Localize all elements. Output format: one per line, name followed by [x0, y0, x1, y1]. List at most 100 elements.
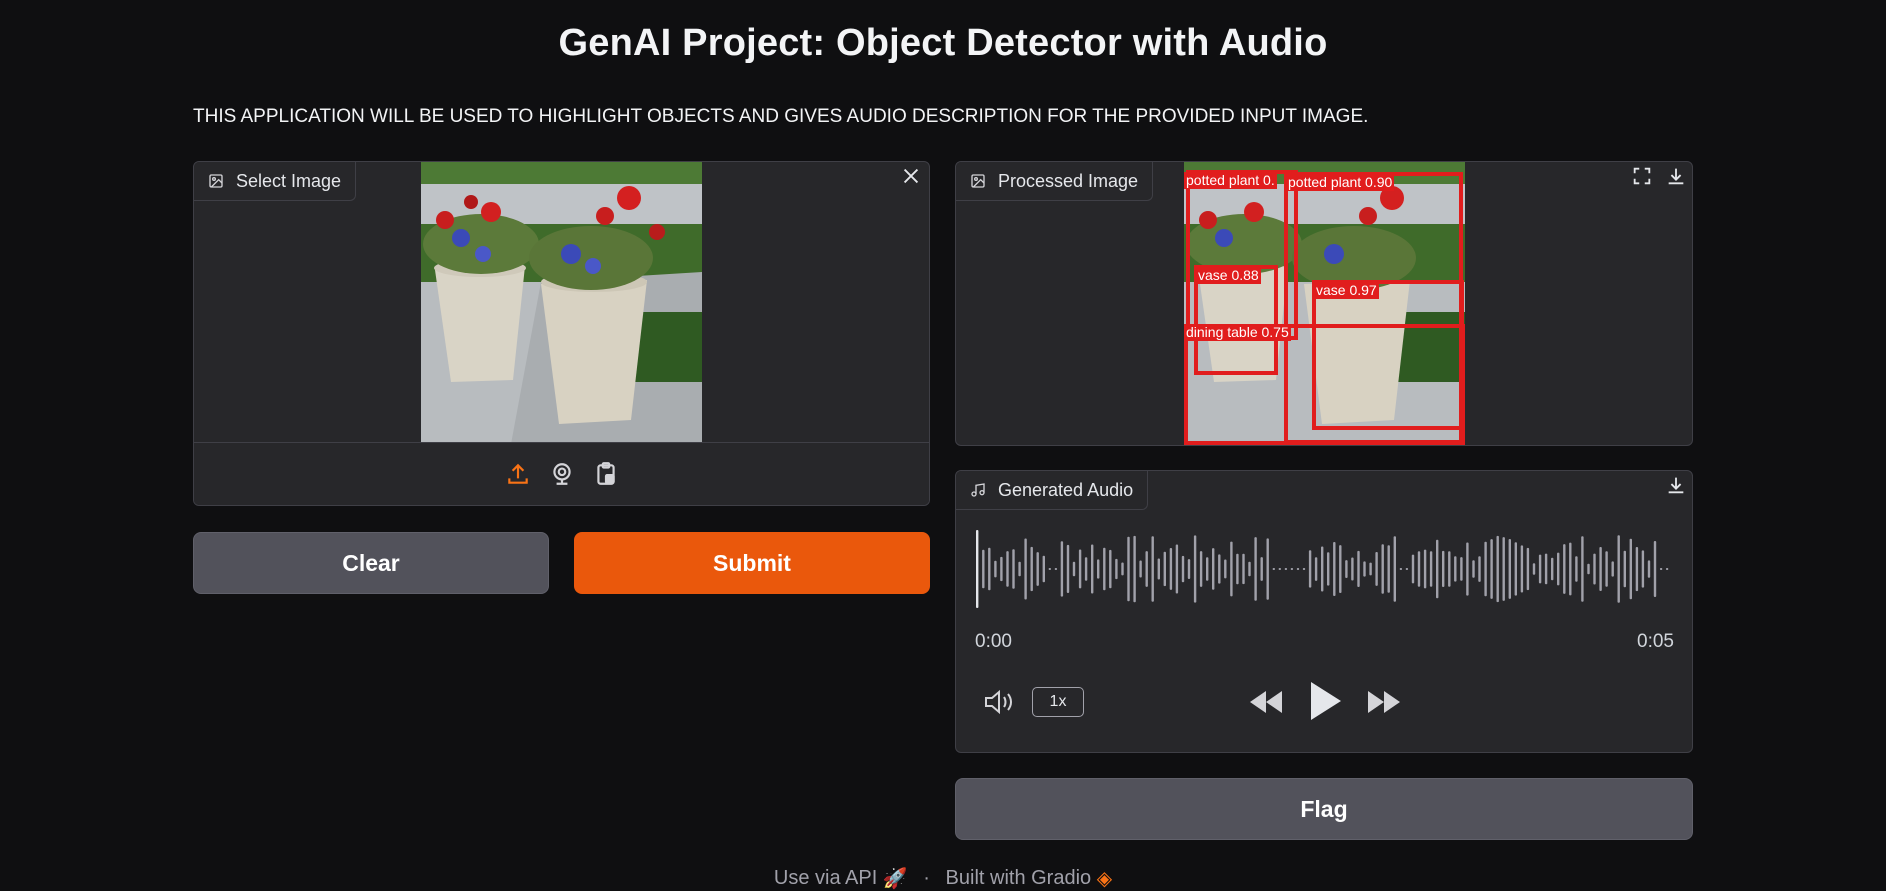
- waveform-bar: [1242, 553, 1245, 585]
- rewind-icon: [1250, 691, 1282, 713]
- fullscreen-icon: [1633, 167, 1651, 185]
- waveform-bar: [1411, 554, 1415, 584]
- waveform-bar: [1617, 535, 1620, 603]
- waveform-bar: [1133, 535, 1136, 603]
- waveform-bar: [1103, 547, 1106, 591]
- waveform-bar: [1665, 568, 1669, 570]
- waveform-bar: [1466, 542, 1469, 596]
- waveform-bar: [1448, 551, 1451, 587]
- waveform-bar: [1127, 536, 1130, 602]
- processed-image: potted plant 0. potted plant 0.90 vase 0…: [1184, 162, 1465, 445]
- waveform-bar: [1157, 558, 1160, 580]
- page-title: GenAI Project: Object Detector with Audi…: [558, 22, 1328, 64]
- waveform-bar: [1593, 553, 1596, 585]
- input-image: [421, 162, 702, 444]
- waveform-bar: [1230, 541, 1233, 597]
- waveform-bar: [1478, 556, 1481, 582]
- processed-image-label: Processed Image: [956, 162, 1154, 201]
- play-icon: [1311, 682, 1341, 720]
- app-description: THIS APPLICATION WILL BE USED TO HIGHLIG…: [193, 106, 1369, 127]
- waveform-bar: [1115, 558, 1118, 580]
- waveform-bar: [1399, 568, 1403, 570]
- flag-button[interactable]: Flag: [955, 778, 1693, 840]
- waveform-bar: [1363, 561, 1366, 577]
- waveform-bar: [1091, 544, 1094, 594]
- built-with-gradio-link[interactable]: Built with Gradio: [946, 867, 1092, 889]
- waveform-bar: [1097, 559, 1100, 579]
- waveform-bar: [1563, 544, 1566, 594]
- waveform-bar: [1278, 568, 1281, 570]
- waveform-bar: [1611, 561, 1614, 577]
- waveform-bar: [1193, 535, 1197, 603]
- flower-pots-photo: [421, 162, 702, 444]
- waveform-bar: [1000, 556, 1003, 582]
- waveform-bar: [1629, 538, 1632, 600]
- download-audio-button[interactable]: [1662, 471, 1690, 499]
- waveform-bar: [1224, 559, 1227, 579]
- waveform-bar: [1484, 541, 1487, 597]
- waveform-bar: [1199, 551, 1203, 587]
- waveform-bar: [1569, 542, 1572, 596]
- waveform-bar: [1659, 568, 1663, 570]
- waveform-bar: [1575, 556, 1578, 582]
- play-button[interactable]: [1304, 677, 1348, 725]
- waveform-bar: [1139, 560, 1142, 578]
- waveform-bar: [982, 549, 985, 589]
- download-image-button[interactable]: [1662, 162, 1690, 190]
- waveform-bar: [1544, 553, 1548, 585]
- rewind-button[interactable]: [1246, 685, 1286, 719]
- submit-button[interactable]: Submit: [574, 532, 930, 594]
- download-icon: [1668, 477, 1684, 494]
- waveform-bar: [1514, 542, 1517, 596]
- detection-label: vase 0.88: [1196, 267, 1261, 284]
- waveform-bar: [1175, 544, 1179, 594]
- waveform-bar: [1030, 546, 1033, 592]
- clipboard-button[interactable]: [591, 459, 621, 489]
- clear-button[interactable]: Clear: [193, 532, 549, 594]
- waveform-bar: [1496, 535, 1499, 603]
- waveform-bar: [1502, 537, 1505, 601]
- waveform-bar: [1042, 555, 1045, 583]
- detection-label: potted plant 0.90: [1286, 174, 1395, 191]
- audio-waveform[interactable]: [974, 527, 1674, 611]
- footer-separator: ·: [923, 867, 930, 889]
- waveform-bar: [1054, 568, 1058, 570]
- waveform-bar: [1454, 556, 1457, 582]
- waveform-bar: [1653, 541, 1657, 597]
- fullscreen-button[interactable]: [1628, 162, 1656, 190]
- waveform-bar: [1006, 551, 1009, 587]
- audio-label-text: Generated Audio: [998, 479, 1134, 500]
- waveform-bar: [1260, 557, 1263, 581]
- waveform-bar: [1018, 561, 1021, 577]
- waveform-bar: [1024, 538, 1027, 600]
- time-total: 0:05: [1637, 631, 1674, 652]
- waveform-bar: [1508, 539, 1511, 599]
- use-via-api-link[interactable]: Use via API: [774, 867, 877, 889]
- volume-button[interactable]: [982, 685, 1016, 719]
- waveform-bar: [1181, 555, 1185, 583]
- waveform-bar: [1060, 541, 1064, 597]
- waveform-bar: [1460, 557, 1463, 581]
- waveform-bar: [1581, 536, 1584, 602]
- waveform-bar: [1036, 552, 1039, 586]
- waveform-bar: [1436, 539, 1439, 599]
- waveform-bar: [1599, 547, 1602, 591]
- volume-icon: [985, 689, 1012, 715]
- waveform-bar: [1109, 549, 1112, 589]
- webcam-button[interactable]: [547, 459, 577, 489]
- music-note-icon: [971, 483, 985, 497]
- upload-button[interactable]: [503, 459, 533, 489]
- playback-rate-button[interactable]: 1x: [1032, 687, 1084, 717]
- waveform-bar: [1647, 560, 1651, 578]
- waveform-bar: [1290, 568, 1294, 570]
- waveform-bar: [1472, 560, 1475, 578]
- waveform-bar: [1442, 550, 1445, 587]
- clear-image-button[interactable]: [897, 162, 925, 190]
- waveform-bar: [1327, 552, 1330, 586]
- waveform-bar: [1248, 561, 1251, 577]
- fast-forward-button[interactable]: [1364, 685, 1404, 719]
- waveform-bar: [1551, 557, 1554, 581]
- clipboard-icon: [596, 462, 615, 485]
- waveform-bar: [1520, 545, 1524, 593]
- waveform-bar: [1236, 553, 1239, 585]
